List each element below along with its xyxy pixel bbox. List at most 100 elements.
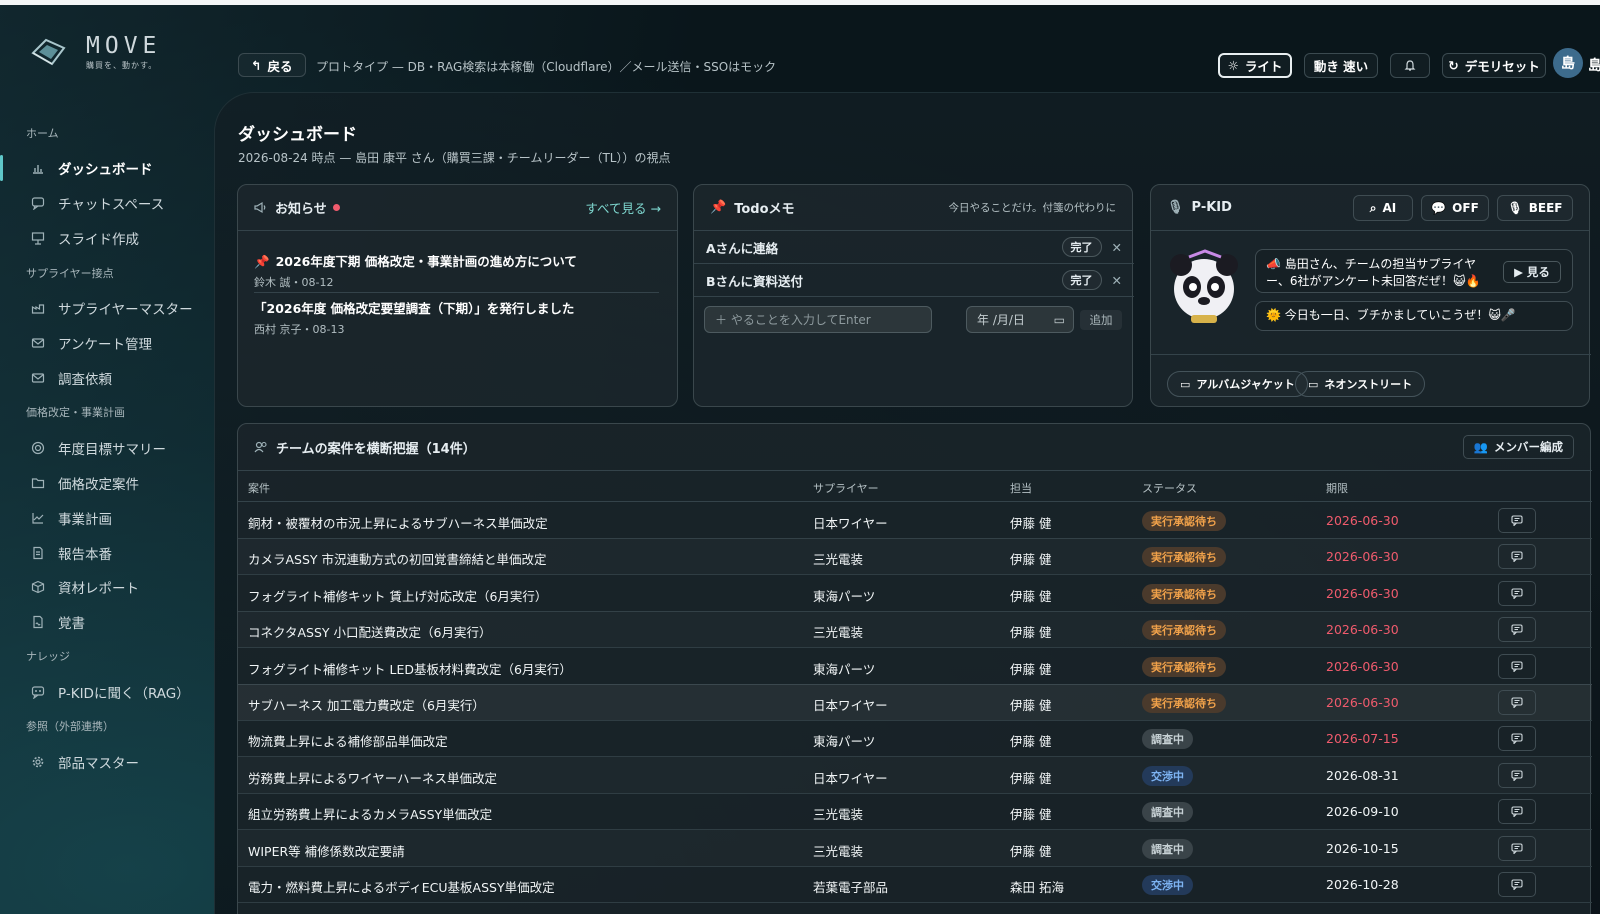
theme-light-button[interactable]: ☼ ライト [1218, 53, 1292, 78]
comment-button[interactable] [1498, 726, 1536, 752]
sidebar-item[interactable]: 報告本番 [0, 536, 212, 570]
comment-icon [1511, 697, 1523, 708]
close-icon[interactable]: ✕ [1112, 273, 1122, 288]
case-due-date: 2026-06-30 [1326, 695, 1399, 710]
comment-icon [1511, 661, 1523, 672]
table-row[interactable]: カメラASSY 市況連動方式の初回覚書締結と単価改定 三光電装 伊藤 健 実行承認待ち… [238, 538, 1592, 576]
case-supplier: 三光電装 [813, 807, 864, 823]
table-row[interactable]: コネクタASSY 小口配送費改定（6月実行） 三光電装 伊藤 健 実行承認待ち 2026… [238, 611, 1592, 649]
sidebar-item[interactable]: 部品マスター [0, 745, 212, 779]
pkid-chip-album[interactable]: ▭ アルバムジャケット [1167, 371, 1308, 397]
sidebar-item-label: 部品マスター [58, 756, 139, 772]
comment-button[interactable] [1498, 508, 1536, 533]
todo-add-button[interactable]: 追加 [1080, 310, 1122, 330]
pkid-ai-button[interactable]: ⌕ AI [1353, 195, 1413, 221]
microphone-icon: 🎙 [1167, 200, 1184, 215]
status-badge: 交渉中 [1142, 875, 1193, 895]
table-row[interactable]: WIPER等 補修係数改定要請 三光電装 伊藤 健 調査中 2026-10-15 [238, 830, 1592, 867]
column-header: 担当 [1010, 482, 1032, 495]
todo-date-input[interactable]: 年 /月/日 ▭ [966, 306, 1074, 333]
case-supplier: 若葉電子部品 [813, 880, 889, 895]
case-supplier: 三光電装 [813, 625, 864, 641]
table-row[interactable]: サブハーネス 加工電力費改定（6月実行） 日本ワイヤー 伊藤 健 実行承認待ち 2026… [238, 684, 1592, 721]
theme-light-label: ライト [1244, 59, 1283, 74]
comment-button[interactable] [1498, 544, 1536, 570]
bell-icon [1404, 59, 1416, 72]
pkid-divider [1151, 354, 1591, 355]
comment-button[interactable] [1498, 690, 1536, 715]
see-all-link[interactable]: すべて見る → [585, 198, 661, 217]
comment-button[interactable] [1498, 617, 1536, 643]
table-row[interactable]: 組立労務費上昇によるカメラASSY単価改定 三光電装 伊藤 健 調査中 2026-09-… [238, 793, 1592, 831]
table-row[interactable]: 労務費上昇によるワイヤーハーネス単価改定 日本ワイヤー 伊藤 健 交渉中 2026-08… [238, 757, 1592, 794]
status-badge: 実行承認待ち [1142, 511, 1226, 531]
play-icon: ▶ [1514, 265, 1523, 279]
comment-button[interactable] [1498, 762, 1536, 788]
pkid-view-button[interactable]: ▶ 見る [1503, 261, 1561, 283]
chat-off-icon: 💬 [1431, 201, 1447, 215]
pin-icon: 📌 [710, 200, 727, 215]
table-row[interactable]: フォグライト補修キット LED基板材料費改定（6月実行） 東海パーツ 伊藤 健 実行承… [238, 648, 1592, 685]
sidebar-item[interactable]: チャットスペース [0, 186, 212, 220]
notice-item[interactable]: 「2026年度 価格改定要望調査（下期）」を発行しました 西村 京子・08-13 [254, 298, 659, 337]
sidebar-item[interactable]: スライド作成 [0, 221, 212, 255]
table-row[interactable]: 物流費上昇による補修部品単価改定 東海パーツ 伊藤 健 調査中 2026-07-15 [238, 720, 1592, 758]
sidebar-item[interactable]: 資材レポート [0, 570, 212, 604]
comment-button[interactable] [1498, 799, 1536, 825]
notice-item[interactable]: 📌 2026年度下期 価格改定・事業計画の進め方について 鈴木 誠・08-12 [254, 251, 659, 290]
todo-done-button[interactable]: 完了 [1061, 270, 1102, 290]
user-avatar[interactable]: 島 [1553, 48, 1583, 78]
todo-hint: 今日やることだけ。付箋の代わりに [948, 202, 1116, 214]
case-name: コネクタASSY 小口配送費改定（6月実行） [248, 625, 492, 641]
back-button[interactable]: ↰ 戻る [238, 53, 306, 77]
sidebar-item[interactable]: 覚書 [0, 605, 212, 639]
status-badge: 実行承認待ち [1142, 547, 1226, 568]
notifications-button[interactable] [1390, 53, 1430, 78]
comment-button[interactable] [1498, 835, 1536, 861]
sidebar-item[interactable]: 年度目標サマリー [0, 431, 212, 465]
pkid-message-bubble: 🌞 今日も一日、ブチかましていこうぜ！😺🎤 [1255, 301, 1573, 331]
member-edit-button[interactable]: 👥 メンバー編成 [1462, 435, 1574, 459]
pkid-card: 🎙 P-KID ⌕ AI 💬 OFF 🎙 BEEF 📣 島田さん、チームの担当サプライ… [1150, 184, 1591, 407]
case-owner: 伊藤 健 [1010, 625, 1052, 641]
pkid-beef-button[interactable]: 🎙 BEEF [1497, 195, 1573, 221]
sidebar-item[interactable]: P-KIDに聞く（RAG） [0, 675, 212, 709]
pkid-chip-neon[interactable]: ▭ ネオンストリート [1295, 371, 1426, 397]
case-supplier: 東海パーツ [813, 588, 876, 604]
table-row[interactable]: フォグライト補修キット 賃上げ対応改定（6月実行） 東海パーツ 伊藤 健 実行承認待ち… [238, 575, 1592, 612]
comment-button[interactable] [1498, 872, 1536, 897]
motion-speed-button[interactable]: 動き 速い [1304, 53, 1378, 78]
sidebar-item[interactable]: 事業計画 [0, 501, 212, 535]
close-icon[interactable]: ✕ [1112, 240, 1122, 255]
case-name: 銅材・被覆材の市況上昇によるサブハーネス単価改定 [248, 516, 548, 531]
case-due-date: 2026-07-15 [1326, 731, 1399, 747]
case-supplier: 三光電装 [813, 843, 864, 859]
todo-done-button[interactable]: 完了 [1061, 237, 1102, 257]
comment-button[interactable] [1498, 653, 1536, 679]
app-logo[interactable]: MOVE 購買を、動かす。 [30, 33, 180, 73]
sidebar-item[interactable]: 価格改定案件 [0, 466, 212, 500]
document-icon [30, 545, 46, 561]
pkid-off-button[interactable]: 💬 OFF [1421, 195, 1489, 221]
gear-icon [30, 754, 46, 770]
pin-icon: 📌 [254, 254, 270, 269]
pkid-panda-avatar [1165, 249, 1243, 327]
table-row[interactable]: 銅材・被覆材の市況上昇によるサブハーネス単価改定 日本ワイヤー 伊藤 健 実行承認待ち… [238, 502, 1592, 539]
status-badge: 実行承認待ち [1142, 693, 1226, 713]
sidebar-item[interactable]: アンケート管理 [0, 326, 212, 360]
image-icon: ▭ [1180, 377, 1191, 391]
table-row[interactable]: 電力・燃料費上昇によるボディECU基板ASSY単価改定 若葉電子部品 森田 拓海 交渉… [238, 866, 1592, 903]
sidebar-item[interactable]: 調査依頼 [0, 361, 212, 395]
status-badge: 調査中 [1142, 802, 1193, 823]
sidebar-item[interactable]: ダッシュボード [0, 151, 212, 185]
user-name: 島 [1588, 58, 1600, 74]
comment-icon [1511, 624, 1523, 636]
sidebar-item-label: 価格改定案件 [58, 477, 139, 493]
logo-mark-icon [30, 35, 70, 69]
sidebar-item[interactable]: サプライヤーマスター [0, 291, 212, 325]
todo-header: 📌 Todoメモ 今日やることだけ。付箋の代わりに [694, 185, 1132, 231]
todo-input[interactable]: ＋ やることを入力してEnter [704, 306, 932, 333]
comment-button[interactable] [1498, 580, 1536, 606]
demo-reset-button[interactable]: ↻ デモリセット [1442, 53, 1546, 78]
case-name: 電力・燃料費上昇によるボディECU基板ASSY単価改定 [248, 880, 555, 895]
